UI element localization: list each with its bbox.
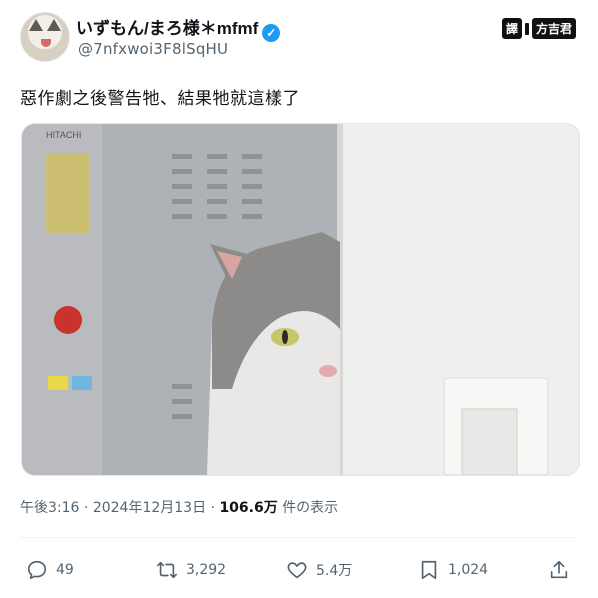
cat	[207, 232, 340, 475]
view-count: 106.6万	[219, 500, 278, 516]
tweet-photo[interactable]: HITACHI	[21, 123, 580, 476]
avatar-mouth	[41, 39, 51, 47]
author-handle[interactable]: @7nfxwoi3F8lSqHU	[78, 40, 228, 58]
author-display-name[interactable]: いずもん/まろ様＊mfmf	[76, 19, 258, 38]
bookmark-button[interactable]: 1,024	[418, 552, 488, 588]
repost-count: 3,292	[186, 562, 227, 578]
cat-photo-illustration: HITACHI	[22, 124, 579, 475]
appliance-blue-button	[72, 376, 92, 390]
tweet-header: いずもん/まろ様＊mfmf ✓ @7nfxwoi3F8lSqHU 譯 方吉君	[20, 12, 580, 62]
appliance-red-button	[54, 306, 82, 334]
meta-separator: ·	[210, 500, 215, 516]
repost-button[interactable]: 3,292	[156, 552, 226, 588]
avatar-ear-left	[29, 19, 43, 31]
bookmark-count: 1,024	[448, 562, 489, 578]
tweet-text: 惡作劇之後警告牠、結果牠就這樣了	[20, 89, 300, 109]
reply-count: 49	[56, 562, 74, 578]
author-name-row[interactable]: いずもん/まろ様＊mfmf ✓	[76, 14, 281, 42]
verified-badge-icon: ✓	[262, 24, 281, 42]
bookmark-icon	[421, 560, 437, 580]
appliance-display	[46, 154, 90, 234]
meta-separator: ·	[83, 500, 89, 516]
appliance-yellow-button	[48, 376, 68, 390]
reply-icon	[27, 560, 47, 580]
action-bar: 49 3,292 5.4万 1,024	[20, 552, 580, 588]
divider	[20, 537, 578, 538]
translator-watermark: 譯 方吉君	[501, 18, 576, 39]
like-button[interactable]: 5.4万	[286, 552, 352, 588]
repost-icon	[157, 561, 177, 579]
appliance-brand-label: HITACHI	[46, 130, 81, 140]
heart-icon	[287, 562, 307, 579]
post-time[interactable]: 午後3:16	[20, 500, 79, 516]
view-count-label: 件の表示	[282, 500, 339, 516]
avatar[interactable]	[20, 12, 70, 62]
share-button[interactable]	[548, 552, 570, 588]
tweet-meta: 午後3:16 · 2024年12月13日 · 106.6万 件の表示	[20, 497, 338, 517]
avatar-ear-right	[47, 19, 61, 31]
watermark-separator	[524, 22, 529, 35]
share-icon	[550, 560, 568, 579]
light-switch	[461, 408, 518, 475]
watermark-left: 譯	[501, 18, 522, 39]
like-count: 5.4万	[316, 563, 353, 579]
post-date[interactable]: 2024年12月13日	[93, 500, 206, 516]
watermark-right: 方吉君	[531, 18, 576, 39]
reply-button[interactable]: 49	[26, 552, 74, 588]
